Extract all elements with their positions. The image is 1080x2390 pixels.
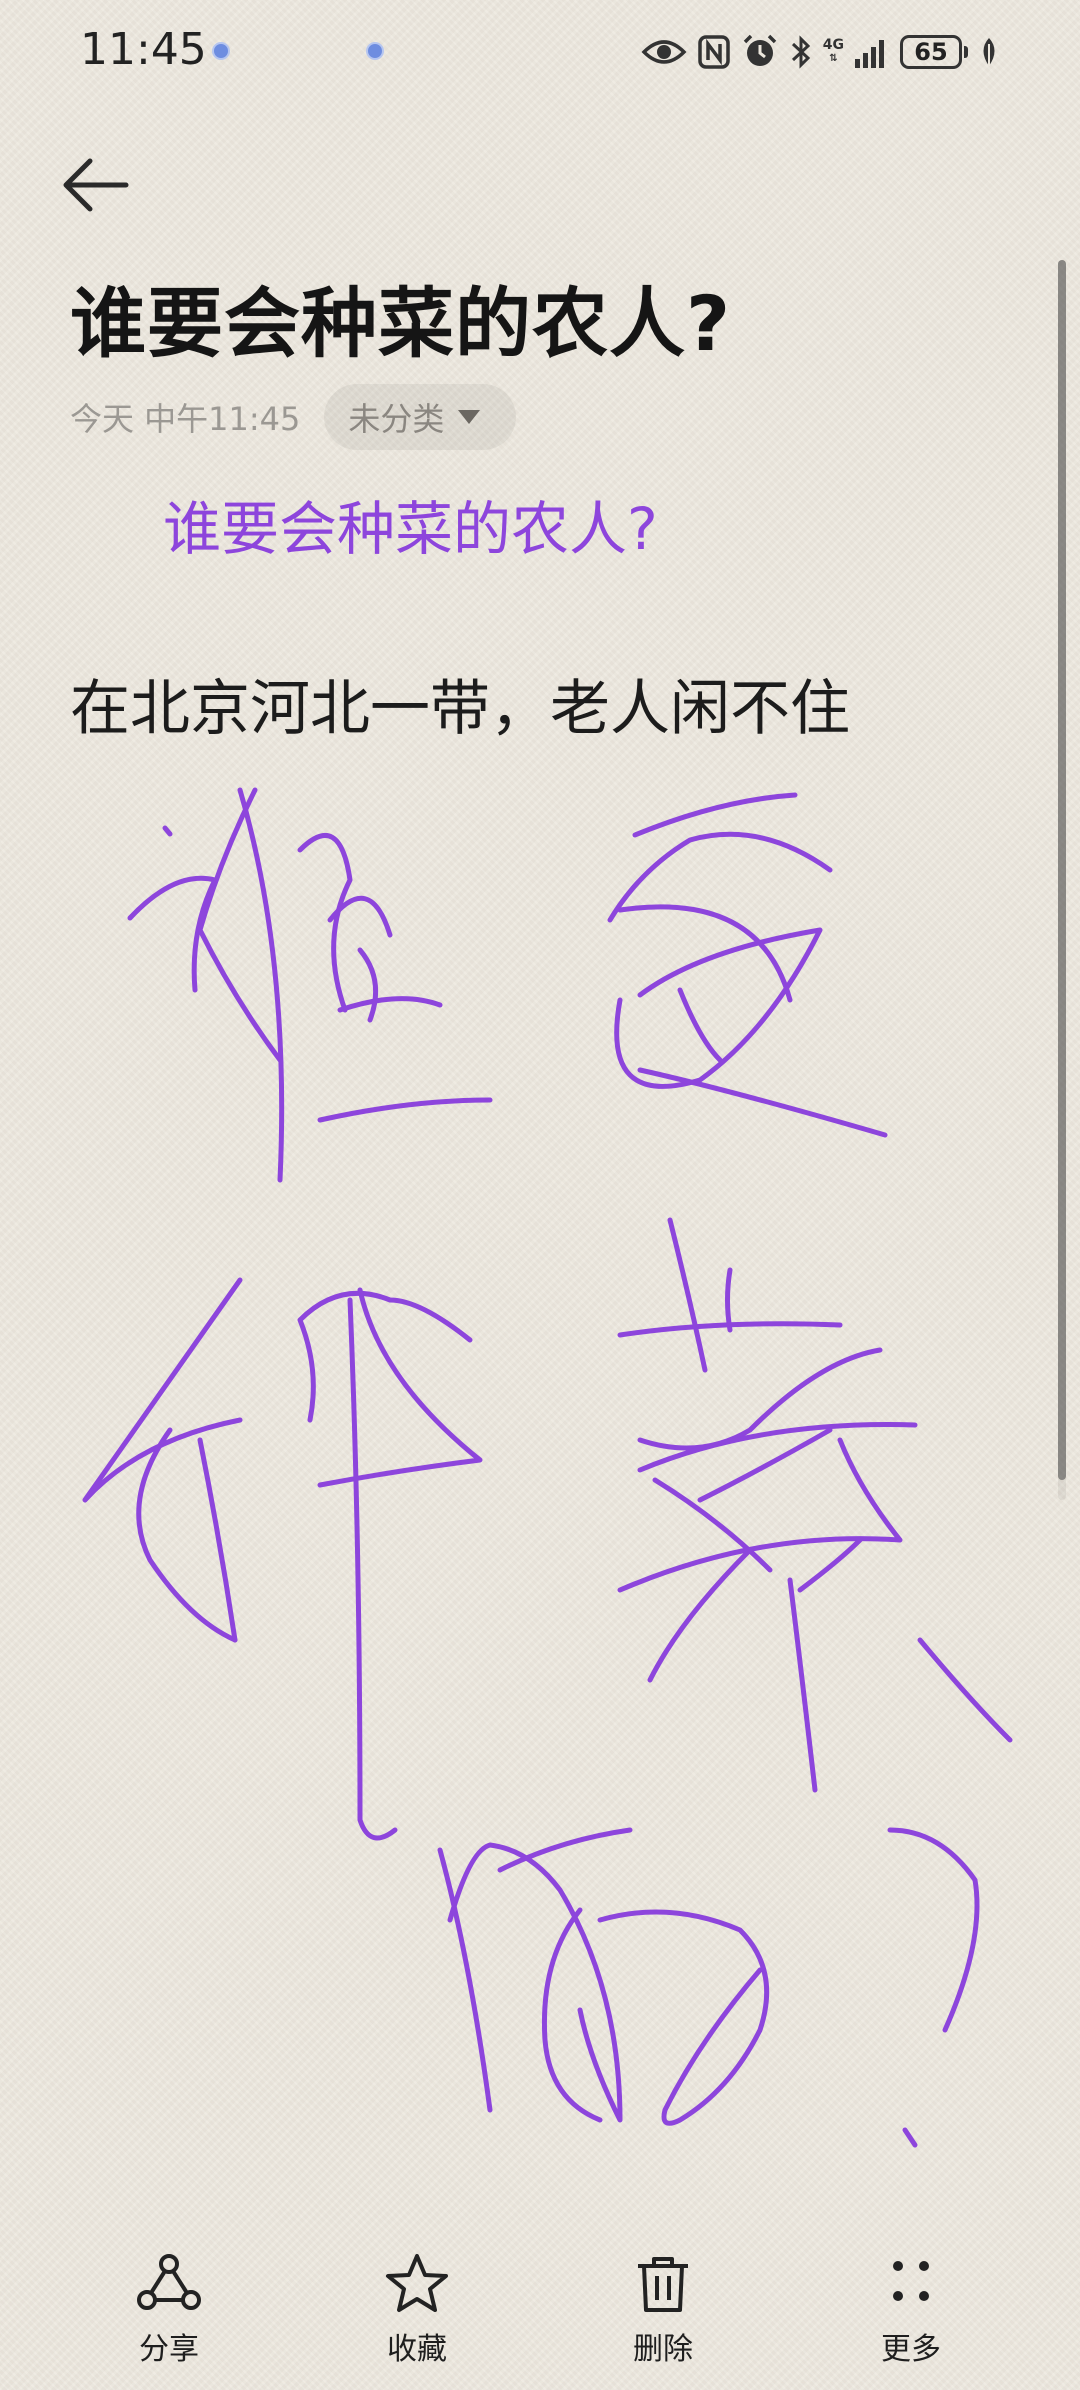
more-button[interactable]: 更多: [846, 2252, 976, 2368]
note-title[interactable]: 谁要会种菜的农人?: [70, 262, 731, 372]
leaf-icon: [983, 38, 995, 66]
note-body-text[interactable]: 在北京河北一带，老人闲不住: [70, 660, 850, 747]
category-label: 未分类: [348, 400, 445, 438]
handwriting-stroke-group: [607, 792, 888, 1138]
more-dots-icon: [893, 2261, 929, 2301]
notification-icon: [212, 42, 230, 60]
bottom-toolbar: 分享 收藏 删除 更多: [0, 2230, 1080, 2390]
status-time: 11:45: [80, 24, 207, 75]
battery-level: 65: [914, 38, 948, 66]
share-icon: [137, 2254, 201, 2310]
share-label: 分享: [139, 2332, 199, 2367]
status-bar: 11:45 4G ⇅ 65: [0, 0, 1080, 100]
delete-button[interactable]: 删除: [598, 2252, 728, 2368]
bluetooth-icon: [791, 35, 810, 69]
favorite-label: 收藏: [387, 2332, 447, 2367]
delete-label: 删除: [633, 2332, 693, 2367]
note-meta: 今天 中午11:45 未分类: [70, 382, 517, 452]
handwriting-stroke-group: [127, 787, 493, 1183]
signal-icon: [855, 40, 884, 68]
alarm-icon: [743, 34, 777, 66]
share-button[interactable]: 分享: [104, 2252, 234, 2368]
favorite-button[interactable]: 收藏: [352, 2252, 482, 2368]
more-label: 更多: [881, 2332, 941, 2367]
battery-icon: 65: [900, 35, 962, 69]
network-arrows-icon: ⇅: [829, 53, 838, 64]
network-type-label: 4G: [822, 37, 844, 53]
trash-icon: [638, 2257, 688, 2312]
note-heading[interactable]: 谁要会种菜的农人?: [163, 482, 658, 566]
eye-icon: [641, 40, 687, 64]
chevron-down-icon: [458, 410, 481, 424]
back-button[interactable]: [60, 150, 150, 220]
battery-tip: [964, 46, 968, 58]
notification-icon: [366, 42, 384, 60]
handwriting-stroke-group: [887, 1827, 980, 2148]
handwriting-stroke-group: [617, 1217, 1013, 1793]
note-date: 今天 中午11:45: [70, 400, 301, 438]
back-arrow-icon: [63, 158, 129, 212]
handwriting-canvas[interactable]: [0, 740, 1080, 2180]
handwriting-stroke-group: [82, 1277, 483, 1841]
status-icons: 4G ⇅ 65: [641, 28, 1000, 76]
handwriting-stroke-group: [437, 1827, 770, 2126]
nfc-icon: [698, 35, 730, 69]
category-dropdown[interactable]: 未分类: [324, 384, 517, 450]
star-icon: [386, 2254, 448, 2312]
